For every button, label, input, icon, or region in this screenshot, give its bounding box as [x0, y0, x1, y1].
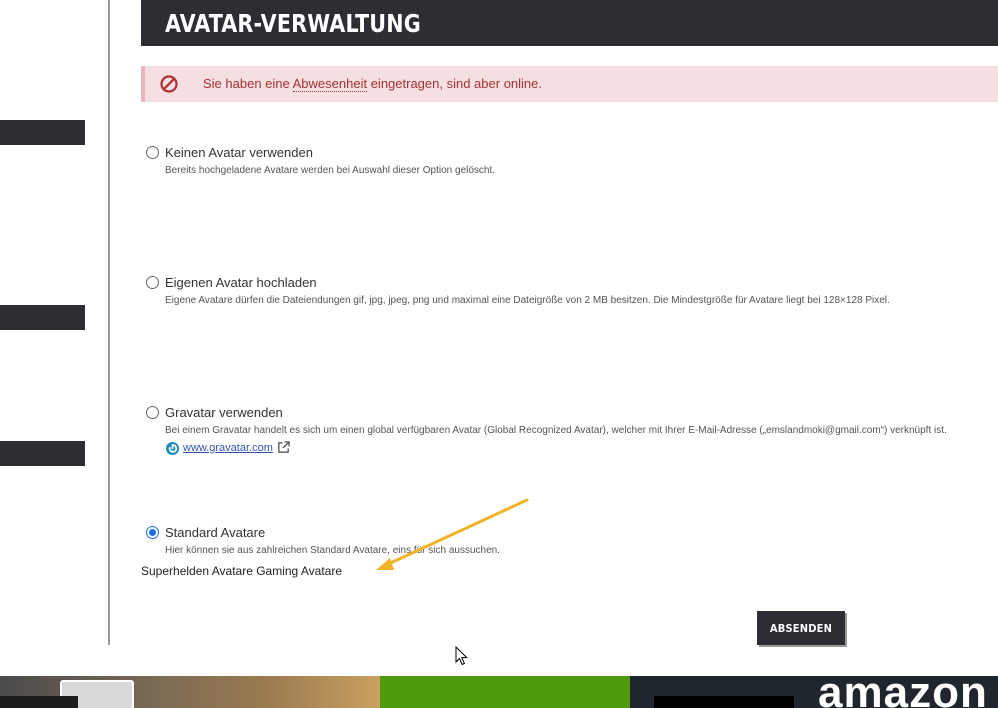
absence-link[interactable]: Abwesenheit	[292, 76, 368, 92]
option-label[interactable]: Keinen Avatar verwenden	[165, 145, 313, 160]
option-label[interactable]: Gravatar verwenden	[165, 405, 283, 420]
sidebar-divider	[108, 0, 110, 645]
sidebar-item-3[interactable]	[0, 441, 85, 466]
ad-tag	[0, 696, 78, 708]
ad-dark-tag	[654, 696, 794, 708]
radio-gravatar[interactable]	[146, 406, 159, 419]
option-description: Bereits hochgeladene Avatare werden bei …	[165, 165, 496, 176]
mouse-cursor-icon	[455, 646, 469, 666]
prohibited-icon	[160, 75, 178, 93]
page-header: AVATAR-VERWALTUNG	[141, 0, 998, 46]
option-label[interactable]: Standard Avatare	[165, 525, 265, 540]
radio-standard-avatar[interactable]	[146, 526, 159, 539]
ad-banner-green-panel	[380, 676, 630, 708]
alert-text-suffix: eingetragen, sind aber online.	[367, 76, 542, 91]
page-title: AVATAR-VERWALTUNG	[165, 9, 421, 38]
alert-message: Sie haben eine Abwesenheit eingetragen, …	[203, 76, 542, 92]
radio-upload-avatar[interactable]	[146, 276, 159, 289]
external-link-icon[interactable]	[277, 441, 290, 454]
gravatar-icon	[165, 441, 180, 456]
option-description: Bei einem Gravatar handelt es sich um ei…	[165, 425, 947, 436]
submit-button[interactable]: ABSENDEN	[757, 611, 845, 645]
absence-alert: Sie haben eine Abwesenheit eingetragen, …	[141, 66, 998, 102]
ad-banner[interactable]: amazon	[0, 676, 998, 708]
alert-text-prefix: Sie haben eine	[203, 76, 293, 91]
annotation-arrow-icon	[376, 498, 529, 570]
option-label[interactable]: Eigenen Avatar hochladen	[165, 275, 317, 290]
gravatar-link[interactable]: www.gravatar.com	[183, 442, 273, 454]
radio-no-avatar[interactable]	[146, 146, 159, 159]
amazon-logo: amazon	[818, 676, 988, 708]
option-description: Eigene Avatare dürfen die Dateiendungen …	[165, 295, 890, 306]
standard-avatar-categories[interactable]: Superhelden Avatare Gaming Avatare	[141, 564, 342, 578]
sidebar-item-2[interactable]	[0, 305, 85, 330]
sidebar-item-1[interactable]	[0, 120, 85, 145]
